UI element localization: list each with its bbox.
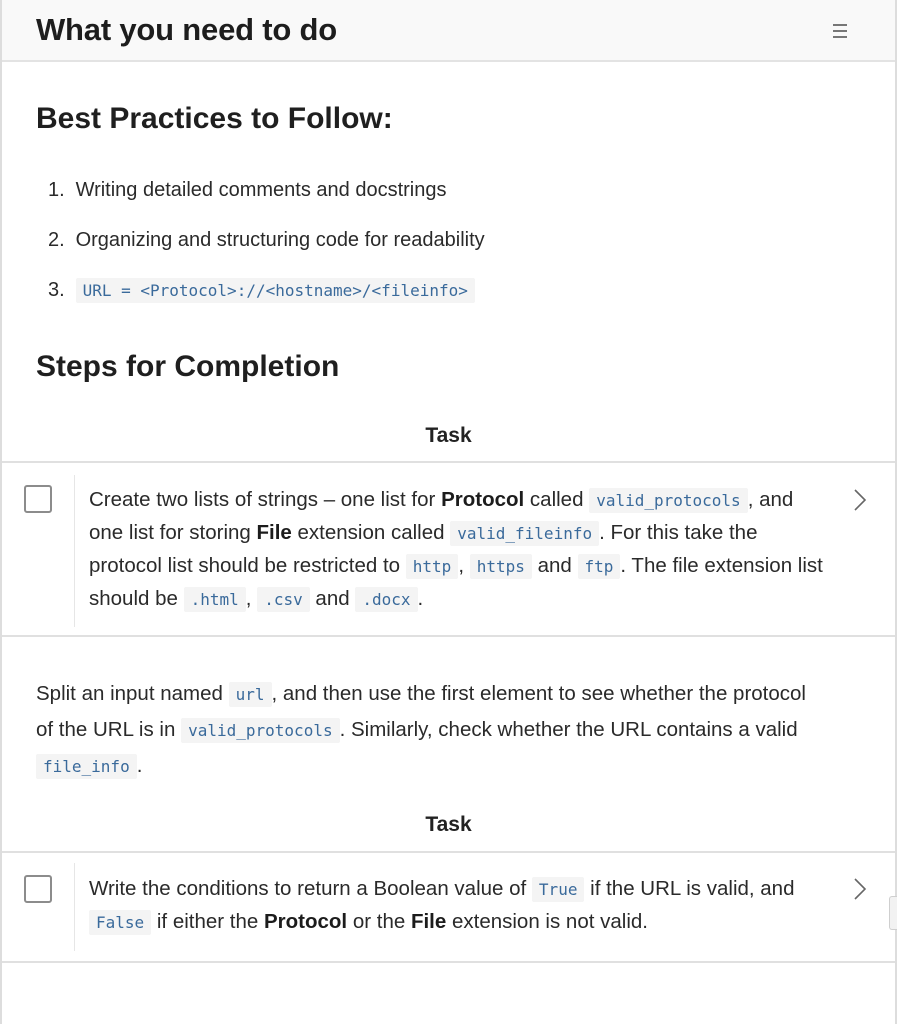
url-format-code: URL = <Protocol>://<hostname>/<fileinfo> xyxy=(75,278,475,303)
steps-heading: Steps for Completion xyxy=(36,350,340,383)
task-label: Task xyxy=(425,424,472,447)
list-item: 1. Writing detailed comments and docstri… xyxy=(48,179,447,201)
task-item-2: Write the conditions to return a Boolean… xyxy=(2,853,895,961)
list-item: 2. Organizing and structuring code for r… xyxy=(48,229,485,251)
panel-header: What you need to do xyxy=(2,0,895,62)
divider xyxy=(2,961,895,963)
task-description: Create two lists of strings – one list f… xyxy=(89,488,823,612)
divider xyxy=(2,635,895,637)
instruction-paragraph: Split an input named url, and then use t… xyxy=(36,682,806,779)
divider xyxy=(74,475,75,627)
task-checkbox[interactable] xyxy=(24,485,52,513)
scrollbar-handle[interactable] xyxy=(889,896,897,930)
panel-title: What you need to do xyxy=(36,12,338,47)
best-practices-list: 1. Writing detailed comments and docstri… xyxy=(48,176,485,326)
list-item: 3. URL = <Protocol>://<hostname>/<filein… xyxy=(48,276,485,326)
task-item-1: Create two lists of strings – one list f… xyxy=(2,463,895,635)
chevron-right-icon[interactable] xyxy=(852,877,868,901)
divider xyxy=(74,863,75,951)
chevron-right-icon[interactable] xyxy=(852,488,868,512)
best-practices-heading: Best Practices to Follow: xyxy=(36,102,393,135)
hamburger-menu-icon[interactable] xyxy=(828,20,852,42)
task-description: Write the conditions to return a Boolean… xyxy=(89,877,795,935)
task-label: Task xyxy=(425,813,472,836)
task-checkbox[interactable] xyxy=(24,875,52,903)
